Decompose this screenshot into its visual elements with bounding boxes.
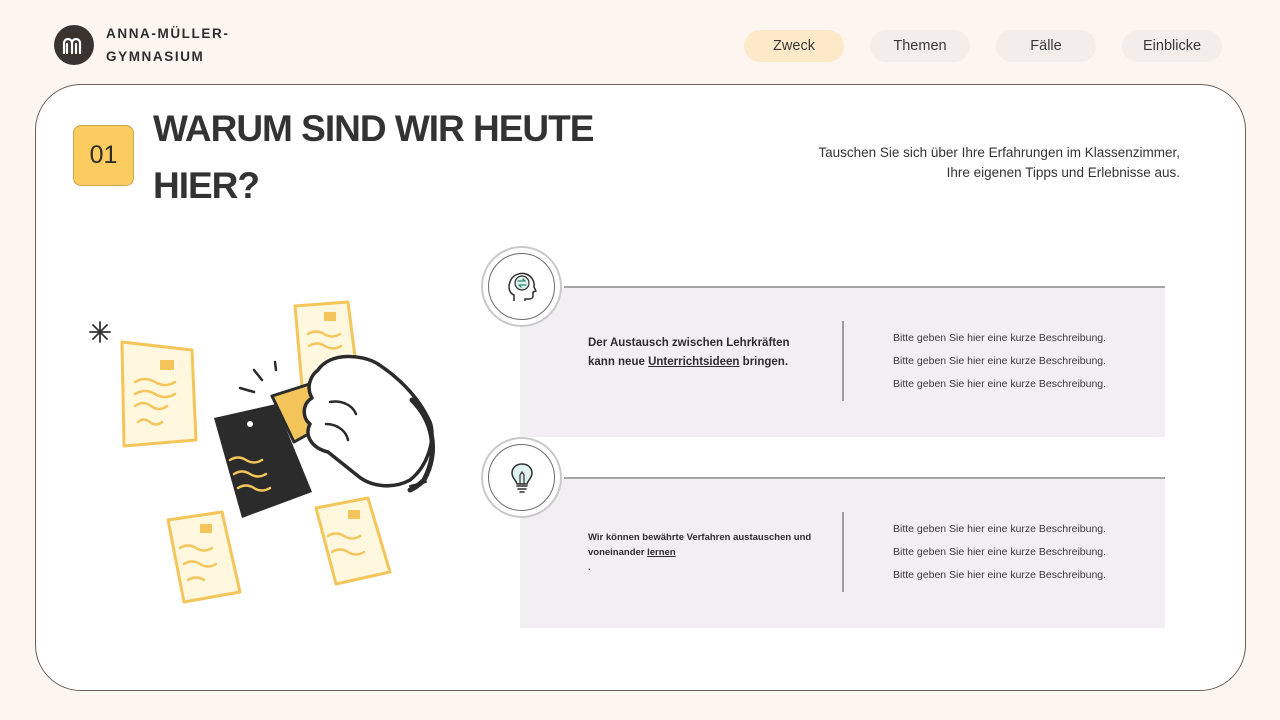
row-divider-line (564, 286, 1165, 288)
note-paper-icon (314, 496, 392, 586)
nav-item-einblicke[interactable]: Einblicke (1122, 30, 1222, 62)
subtitle-line-1: Tauschen Sie sich über Ihre Erfahrungen … (818, 145, 1180, 160)
lightbulb-icon (510, 462, 533, 493)
row-1-link[interactable]: Unterrichtsideen (648, 356, 739, 368)
megaphone-notes-illustration (89, 300, 435, 604)
row-1-text-end: bringen. (739, 356, 789, 368)
row-2-descriptions: Bitte geben Sie hier eine kurze Beschrei… (893, 518, 1133, 587)
nav-item-zweck[interactable]: Zweck (744, 30, 844, 62)
row-divider-line (564, 477, 1165, 479)
description-line: Bitte geben Sie hier eine kurze Beschrei… (893, 546, 1107, 558)
row-2-main-text: Wir können bewährte Verfahren austausche… (588, 530, 818, 575)
sparkle-icon (89, 321, 111, 343)
subtitle-line-2: Ihre eigenen Tipps und Erlebnisse aus. (946, 165, 1180, 180)
school-logo-icon[interactable] (54, 25, 94, 65)
brand: ANNA-MÜLLER-GYMNASIUM (54, 25, 296, 68)
row-icon-circle (481, 246, 562, 327)
description-line: Bitte geben Sie hier eine kurze Beschrei… (893, 332, 1107, 344)
row-2-text-extra: . (588, 562, 591, 573)
row-icon-circle (481, 437, 562, 518)
description-line: Bitte geben Sie hier eine kurze Beschrei… (893, 569, 1107, 581)
row-2-link[interactable]: lernen (647, 547, 676, 558)
row-1-separator (842, 321, 844, 401)
row-2-text: Wir können bewährte Verfahren austausche… (588, 532, 812, 558)
row-2-separator (842, 512, 844, 592)
slide-title: WARUM SIND WIR HEUTE HIER? (153, 108, 594, 206)
nav-item-faelle[interactable]: Fälle (996, 30, 1096, 62)
slide-subtitle: Tauschen Sie sich über Ihre Erfahrungen … (760, 143, 1180, 183)
top-nav: Zweck Themen Fälle Einblicke (744, 30, 1248, 62)
slide-number-badge: 01 (73, 125, 134, 186)
brand-name: ANNA-MÜLLER-GYMNASIUM (106, 26, 230, 64)
description-line: Bitte geben Sie hier eine kurze Beschrei… (893, 378, 1107, 390)
head-exchange-icon (507, 272, 537, 301)
nav-item-themen[interactable]: Themen (870, 30, 970, 62)
row-1-descriptions: Bitte geben Sie hier eine kurze Beschrei… (893, 327, 1133, 396)
description-line: Bitte geben Sie hier eine kurze Beschrei… (893, 523, 1107, 535)
hand-icon (302, 354, 435, 493)
note-paper-icon (120, 340, 198, 448)
description-line: Bitte geben Sie hier eine kurze Beschrei… (893, 355, 1107, 367)
row-1-main-text: Der Austausch zwischen Lehrkräften kann … (588, 334, 818, 372)
note-paper-icon (166, 510, 242, 604)
